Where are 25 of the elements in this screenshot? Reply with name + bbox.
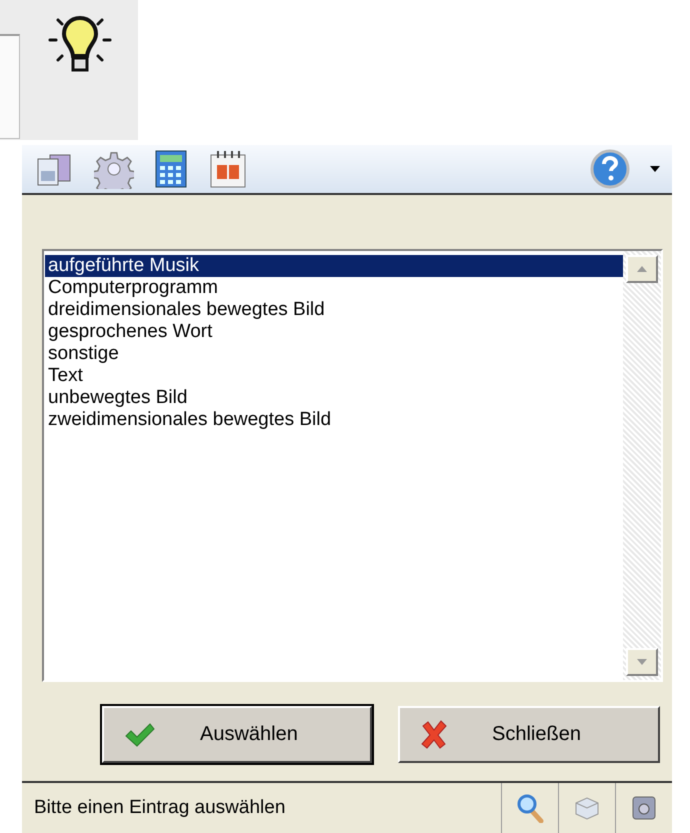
dropdown-arrow-icon[interactable] (650, 166, 660, 172)
button[interactable]: Auswählen (102, 706, 372, 763)
calendar-icon[interactable] (208, 149, 248, 189)
calculator-icon[interactable] (154, 149, 188, 189)
help-icon[interactable] (590, 149, 630, 189)
box-icon[interactable] (573, 795, 601, 821)
checkmark-icon (124, 722, 156, 748)
magnifier-icon[interactable] (516, 793, 544, 823)
list-box[interactable]: aufgeführte Musik Computerprogramm dreidimensionales bewegtes Bild gesprochenes Wort sonstige Text unbewegtes Bild zweidimensionales bewegtes Bild (42, 249, 663, 682)
list-item[interactable]: Text (45, 365, 623, 387)
button[interactable]: Schließen (398, 706, 660, 763)
list-item[interactable]: aufgeführte Musik (45, 255, 623, 277)
list-item[interactable]: dreidimensionales bewegtes Bild (45, 299, 623, 321)
cross-icon (420, 720, 448, 750)
list-item[interactable]: sonstige (45, 343, 623, 365)
status-text: Bitte einen Eintrag auswählen (33, 797, 286, 819)
list-item[interactable]: gesprochenes Wort (45, 321, 623, 343)
input-field[interactable] (0, 34, 20, 139)
scroll-up-icon[interactable] (626, 255, 658, 283)
list-item[interactable]: zweidimensionales bewegtes Bild (45, 409, 623, 431)
list-item[interactable]: unbewegtes Bild (45, 387, 623, 409)
scrollbar[interactable] (623, 251, 661, 680)
scroll-down-icon[interactable] (626, 648, 658, 676)
list-item[interactable]: Computerprogramm (45, 277, 623, 299)
gear-icon[interactable] (94, 149, 134, 189)
